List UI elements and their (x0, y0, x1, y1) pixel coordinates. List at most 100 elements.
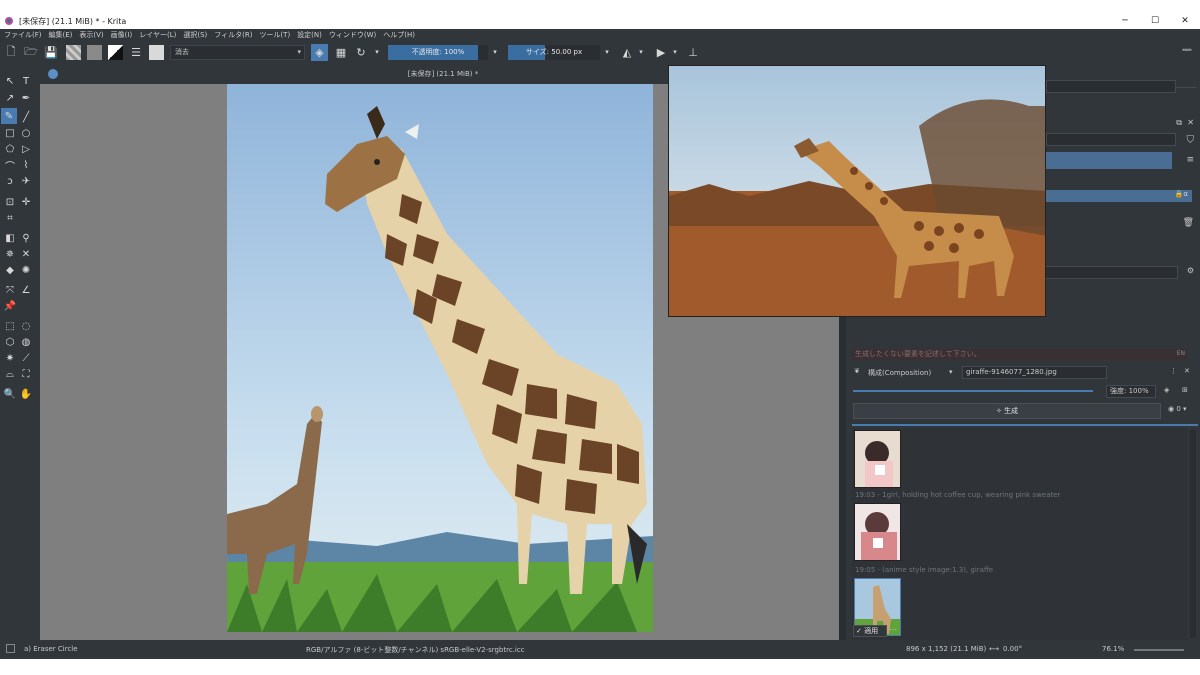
line-tool-icon[interactable]: ╱ (19, 110, 33, 124)
zoom-value[interactable]: 76.1% (1102, 645, 1124, 653)
assistant-tool-icon[interactable]: ⤧ (3, 283, 17, 297)
alpha-lock-icon[interactable]: ▦ (334, 45, 348, 59)
remove-control-icon[interactable]: ✕ (1184, 367, 1190, 375)
history-scrollbar[interactable] (1190, 430, 1196, 638)
size-slider[interactable]: サイズ: 50.00 px (508, 44, 600, 60)
selected-layer-row[interactable]: 🔒α (1046, 190, 1192, 202)
ellipse-select-icon[interactable]: ◌ (19, 319, 33, 333)
layer-blend-combo[interactable] (1046, 133, 1176, 146)
apply-button[interactable]: ✓ 適用 (853, 625, 887, 637)
contiguous-select-icon[interactable]: ✷ (3, 351, 17, 365)
reference-images-icon[interactable]: 📌 (3, 299, 17, 313)
float-docker-icon[interactable]: ⧉ (1176, 118, 1182, 128)
wrap-around-icon[interactable]: ⊥ (686, 45, 700, 59)
gradient-swatch[interactable] (66, 44, 81, 60)
generate-button[interactable]: ✧ 生成 (853, 403, 1161, 419)
history-thumbnail[interactable] (854, 430, 901, 488)
menu-image[interactable]: 画像(I) (111, 30, 133, 40)
fg-bg-color-swatch[interactable] (108, 44, 123, 60)
move-tool-icon[interactable]: ✛ (19, 195, 33, 209)
color-picker-icon[interactable]: ⚲ (19, 231, 33, 245)
open-folder-icon[interactable]: 🗁 (24, 45, 38, 59)
gradient-tool-icon[interactable]: ◧ (3, 231, 17, 245)
chevron-down-icon[interactable]: ▾ (634, 45, 648, 59)
brush-preset-icon[interactable] (149, 44, 164, 60)
ellipse-tool-icon[interactable]: ○ (19, 126, 33, 140)
zoom-slider[interactable] (1134, 649, 1184, 651)
eraser-mode-icon[interactable]: ◈ (311, 43, 328, 61)
menu-select[interactable]: 選択(S) (183, 30, 207, 40)
similar-select-icon[interactable]: ⟋ (19, 351, 33, 365)
fill-tool-icon[interactable]: ◆ (3, 263, 17, 277)
color-profile[interactable]: RGB/アルファ (8-ビット整数/チャンネル) sRGB-elle-V2-sr… (306, 645, 525, 655)
minimize-button[interactable]: ─ (1110, 13, 1140, 29)
menu-view[interactable]: 表示(V) (79, 30, 103, 40)
brush-settings-icon[interactable]: ☰ (129, 45, 143, 59)
add-region-icon[interactable]: ⊞ (1182, 386, 1188, 394)
strength-spinbox[interactable]: 強度: 100% (1106, 385, 1156, 398)
hamburger-menu-icon[interactable]: ≡ (1186, 155, 1194, 165)
menu-help[interactable]: ヘルプ(H) (383, 30, 415, 40)
maximize-button[interactable]: ☐ (1140, 13, 1170, 29)
magnetic-select-icon[interactable]: ⛶ (19, 367, 33, 381)
blend-mode-select[interactable]: 消去 ▾ (170, 44, 305, 60)
opacity-slider[interactable]: 不透明度: 100% (388, 44, 488, 60)
queue-indicator[interactable]: ◉ 0 ▾ (1168, 405, 1187, 413)
more-options-icon[interactable]: ⋮ (1170, 367, 1177, 375)
chevron-down-icon[interactable]: ▾ (370, 45, 384, 59)
freehand-brush-icon[interactable]: ✎ (1, 108, 17, 124)
polygon-select-icon[interactable]: ⬡ (3, 335, 17, 349)
menu-settings[interactable]: 設定(N) (297, 30, 322, 40)
select-shapes-icon[interactable]: ↖ (3, 74, 17, 88)
control-mode-select[interactable]: 構成(Composition) (868, 368, 931, 378)
control-image-select[interactable]: giraffe-9146077_1280.jpg (962, 366, 1107, 379)
rectangle-tool-icon[interactable]: □ (3, 126, 17, 140)
bezier-tool-icon[interactable]: ⌒ (3, 158, 17, 173)
measure-tool-icon[interactable]: ∠ (19, 283, 33, 297)
polyline-tool-icon[interactable]: ▷ (19, 142, 33, 156)
settings-gear-icon[interactable]: ⚙ (1187, 266, 1194, 275)
freehand-path-icon[interactable]: ⌇ (19, 158, 33, 172)
rect-select-icon[interactable]: ⬚ (3, 319, 17, 333)
new-document-icon[interactable]: 🗋 (4, 45, 18, 59)
multibrush-icon[interactable]: ✈ (19, 174, 33, 188)
pan-tool-icon[interactable]: ✋ (19, 387, 33, 401)
image-dimensions[interactable]: 896 x 1,152 (21.1 MiB) (906, 645, 986, 653)
menu-layer[interactable]: レイヤー(L) (139, 30, 176, 40)
calligraphy-icon[interactable]: ✒ (19, 91, 33, 105)
transform-tool-icon[interactable]: ⊡ (3, 195, 17, 209)
trash-icon[interactable]: 🗑 (1183, 218, 1194, 228)
language-badge[interactable]: EN (1177, 350, 1185, 357)
close-docker-icon[interactable]: ✕ (1187, 118, 1194, 127)
menu-edit[interactable]: 編集(E) (49, 30, 73, 40)
save-icon[interactable]: 💾 (44, 45, 58, 59)
enclose-fill-icon[interactable]: ✺ (19, 263, 33, 277)
close-button[interactable]: ✕ (1170, 13, 1200, 29)
canvas-artwork[interactable] (227, 84, 653, 632)
mirror-vertical-icon[interactable]: ▶ (654, 45, 668, 59)
chevron-down-icon[interactable]: ▾ (668, 45, 682, 59)
mirror-horizontal-icon[interactable]: ◭ (620, 45, 634, 59)
polygon-tool-icon[interactable]: ⬠ (3, 142, 17, 156)
menu-window[interactable]: ウィンドウ(W) (329, 30, 376, 40)
text-tool-icon[interactable]: T (19, 74, 33, 88)
menu-tools[interactable]: ツール(T) (259, 30, 290, 40)
negative-prompt-field[interactable]: 生成したくない要素を記述して下さい。 EN (852, 349, 1187, 360)
more-options-icon[interactable]: ⋯ (889, 625, 897, 634)
filter-icon[interactable]: ⛉ (1187, 135, 1195, 146)
layer-filter-bar[interactable] (1046, 152, 1172, 169)
crop-tool-icon[interactable]: ⌗ (3, 211, 17, 225)
rotation-value[interactable]: 0.00° (1003, 645, 1022, 653)
freehand-select-icon[interactable]: ◍ (19, 335, 33, 349)
edit-shapes-icon[interactable]: ↗ (3, 91, 17, 105)
bezier-select-icon[interactable]: ⌓ (3, 367, 17, 381)
zoom-tool-icon[interactable]: 🔍 (3, 387, 17, 401)
smart-patch-icon[interactable]: ✕ (19, 247, 33, 261)
menu-file[interactable]: ファイル(F) (4, 30, 42, 40)
reload-preset-icon[interactable]: ↻ (354, 45, 368, 59)
history-thumbnail[interactable] (854, 503, 901, 561)
pattern-swatch[interactable] (87, 44, 102, 60)
add-control-icon[interactable]: ◈ (1164, 386, 1169, 394)
colorize-mask-icon[interactable]: ✵ (3, 247, 17, 261)
chevron-down-icon[interactable]: ▾ (488, 45, 502, 59)
